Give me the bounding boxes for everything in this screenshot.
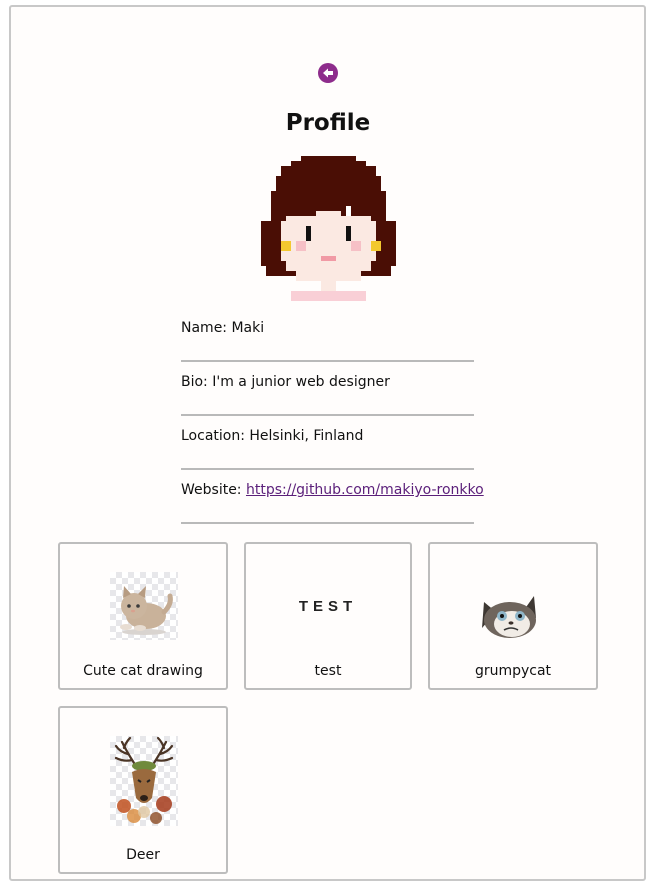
bio-row: Bio: I'm a junior web designer [181, 362, 474, 416]
page-title: Profile [285, 110, 371, 136]
gallery-card-label: Cute cat drawing [83, 663, 203, 679]
deer-image [110, 736, 178, 826]
grumpy-cat-image [478, 588, 546, 640]
gallery-card[interactable]: Cute cat drawing [58, 542, 228, 690]
gallery-card-label: Deer [126, 847, 160, 863]
gallery-card[interactable]: grumpycat [428, 542, 598, 690]
profile-details: Name: Maki Bio: I'm a junior web designe… [181, 308, 484, 524]
kitten-image [110, 572, 178, 640]
website-prefix: Website: [181, 482, 246, 498]
gallery-card-label: test [314, 663, 342, 679]
gallery-card[interactable]: TEST test [244, 542, 412, 690]
name-row: Name: Maki [181, 308, 474, 362]
gallery-card[interactable]: Deer [58, 706, 228, 874]
website-link[interactable]: https://github.com/makiyo-ronkko [246, 482, 484, 498]
website-row: Website: https://github.com/makiyo-ronkk… [181, 470, 484, 524]
back-arrow-icon[interactable] [318, 63, 338, 83]
gallery-card-label: grumpycat [474, 663, 552, 679]
test-text-image: TEST [298, 598, 358, 615]
avatar [261, 156, 396, 301]
location-row: Location: Helsinki, Finland [181, 416, 474, 470]
